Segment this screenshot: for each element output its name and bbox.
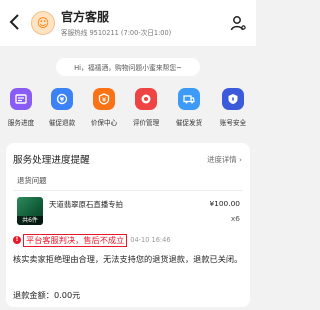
product-thumbnail[interactable]: 共6件 — [17, 197, 43, 225]
quick-action-ship-urge[interactable]: 催促发货 — [170, 86, 208, 134]
progress-detail-link[interactable]: 进度详情 › — [207, 154, 242, 165]
quick-action-service-progress[interactable]: 服务进度 — [2, 86, 40, 134]
product-quantity: x6 — [230, 214, 240, 223]
quick-action-account-security[interactable]: 账号安全 — [214, 86, 252, 134]
progress-detail-label: 进度详情 — [207, 155, 237, 164]
alert-dot-icon: ! — [13, 236, 21, 244]
quick-action-label: 服务进度 — [7, 119, 35, 127]
user-icon[interactable] — [230, 15, 246, 31]
status-timestamp: 04-10 16:46 — [130, 236, 171, 244]
back-arrow-icon[interactable] — [8, 13, 22, 31]
hotline-text: 客服热线 9510211 (7:00-次日1:00) — [61, 29, 172, 37]
svg-text:¥: ¥ — [102, 97, 106, 103]
chevron-right-icon: › — [239, 155, 242, 164]
quick-action-label: 催促发货 — [175, 119, 203, 127]
page-title: 官方客服 — [61, 10, 110, 24]
product-price: ¥100.00 — [209, 199, 240, 208]
quick-actions-bar: 服务进度 ¥ 催促退款 ¥ 价保中心 评价管理 催促发货 账号安全 — [0, 86, 256, 134]
service-progress-card: 服务处理进度提醒 进度详情 › 退货问题 共6件 天道翡翠原石直播专拍 ¥100… — [6, 143, 250, 307]
account-security-icon — [222, 88, 244, 110]
item-count-badge: 共6件 — [17, 216, 43, 225]
status-row: ! 平台客服判决，售后不成立 04-10 16:46 — [13, 233, 171, 247]
verdict-description: 核实卖家拒绝理由合理，无法支持您的退货退款，退款已关闭。 — [13, 254, 243, 264]
quick-action-label: 催促退款 — [48, 119, 76, 127]
refund-amount: 退款金额：0.00元 — [13, 290, 81, 300]
service-avatar: ☺ — [31, 11, 55, 35]
ship-urge-icon — [178, 88, 200, 110]
service-progress-icon — [10, 88, 32, 110]
header: ☺ 官方客服 客服热线 9510211 (7:00-次日1:00) — [0, 0, 256, 46]
quick-action-label: 账号安全 — [219, 119, 247, 127]
quick-action-label: 评价管理 — [132, 119, 160, 127]
greeting-bubble: Hi，福禧酒，购物问题小蜜来帮您~ — [56, 58, 200, 76]
smile-logo-icon: ☺ — [36, 16, 50, 30]
card-title: 服务处理进度提醒 — [13, 155, 90, 166]
quick-action-label: 价保中心 — [90, 119, 118, 127]
quick-action-refund-urge[interactable]: ¥ 催促退款 — [43, 86, 81, 134]
review-manage-icon — [135, 88, 157, 110]
refund-urge-icon: ¥ — [51, 88, 73, 110]
price-protect-icon: ¥ — [93, 88, 115, 110]
issue-type-label: 退货问题 — [13, 173, 243, 191]
product-name[interactable]: 天道翡翠原石直播专拍 — [49, 199, 123, 210]
status-verdict: 平台客服判决，售后不成立 — [23, 233, 128, 247]
quick-action-price-protect[interactable]: ¥ 价保中心 — [85, 86, 123, 134]
quick-action-review-manage[interactable]: 评价管理 — [127, 86, 165, 134]
